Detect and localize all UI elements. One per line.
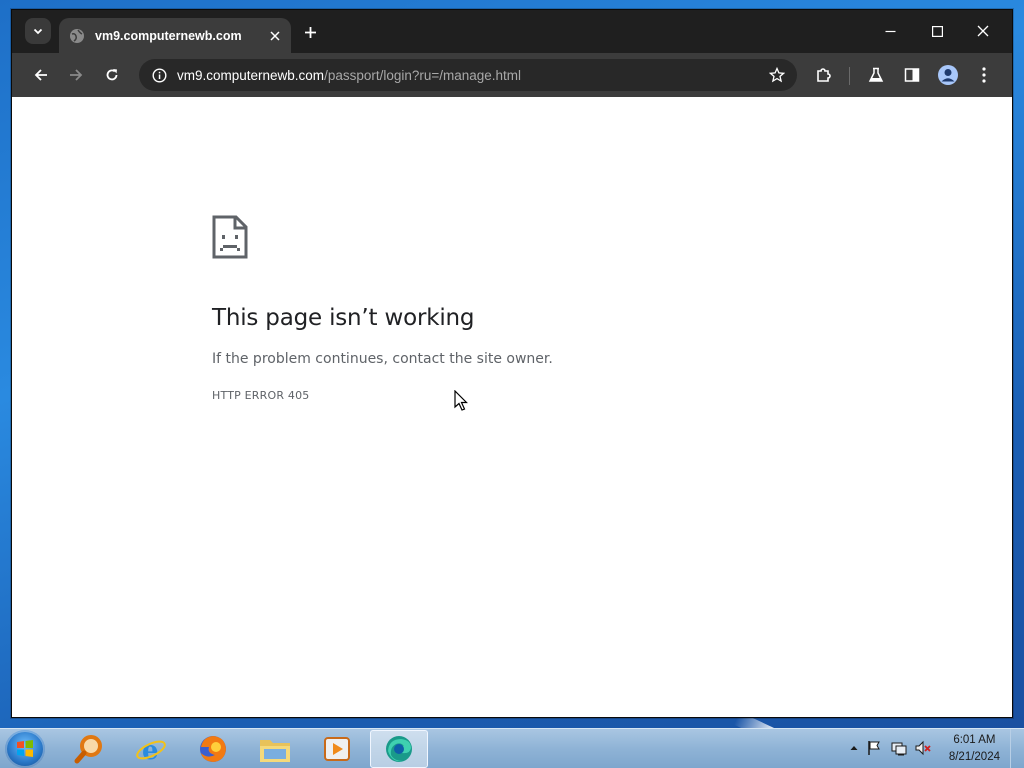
- reload-icon: [106, 69, 118, 81]
- taskbar-file-explorer[interactable]: [246, 730, 304, 768]
- tab-close-button[interactable]: [263, 24, 287, 48]
- search-app-icon: [74, 735, 102, 764]
- network-tray-icon[interactable]: [890, 739, 908, 757]
- network-icon: [891, 742, 907, 756]
- start-button[interactable]: [5, 730, 45, 768]
- edge-icon: [386, 736, 412, 762]
- show-hidden-icons-button[interactable]: [845, 739, 863, 757]
- bookmark-star-button[interactable]: [765, 63, 789, 87]
- show-desktop-button[interactable]: [1010, 729, 1024, 768]
- menu-button[interactable]: [970, 61, 998, 89]
- url-path: /passport/login?ru=/manage.html: [324, 67, 522, 83]
- clock-time: 6:01 AM: [953, 734, 996, 746]
- taskbar-edge[interactable]: [370, 730, 428, 768]
- tab-title: vm9.computernewb.com: [95, 28, 242, 43]
- url-host: vm9.computernewb.com: [177, 67, 325, 83]
- browser-toolbar: vm9.computernewb.com/passport/login?ru=/…: [12, 53, 1012, 97]
- arrow-left-icon: [34, 69, 47, 81]
- volume-muted-icon: [915, 740, 931, 756]
- taskbar-search-app[interactable]: [60, 730, 118, 768]
- maximize-icon: [931, 25, 943, 37]
- page-content: This page isn’t working If the problem c…: [12, 97, 1012, 717]
- side-panel-button[interactable]: [898, 61, 926, 89]
- taskbar: e 6:01 AM 8/21/2024: [0, 728, 1024, 768]
- chevron-down-icon: [33, 28, 43, 35]
- internet-explorer-icon: e: [136, 736, 166, 765]
- file-explorer-icon: [260, 740, 290, 762]
- close-icon: [977, 25, 989, 37]
- labs-button[interactable]: [862, 61, 890, 89]
- close-window-button[interactable]: [961, 16, 1005, 46]
- star-icon: [769, 67, 785, 83]
- svg-text:e: e: [142, 736, 159, 765]
- address-url: vm9.computernewb.com/passport/login?ru=/…: [177, 68, 521, 83]
- maximize-button[interactable]: [915, 16, 959, 46]
- taskbar-clock[interactable]: 6:01 AM 8/21/2024: [949, 732, 1000, 766]
- browser-window: vm9.computernewb.com vm9.computernewb.co…: [11, 9, 1013, 718]
- profile-button[interactable]: [934, 61, 962, 89]
- forward-button[interactable]: [62, 61, 90, 89]
- chevron-up-icon: [850, 746, 858, 750]
- flag-icon: [868, 741, 880, 755]
- browser-titlebar: vm9.computernewb.com: [12, 10, 1012, 53]
- tab-active[interactable]: vm9.computernewb.com: [59, 18, 291, 53]
- puzzle-icon: [816, 67, 831, 82]
- media-player-icon: [324, 737, 350, 761]
- side-panel-icon: [904, 68, 920, 82]
- clock-date: 8/21/2024: [948, 751, 1000, 763]
- action-center-tray-icon[interactable]: [865, 739, 883, 757]
- minimize-icon: [885, 30, 895, 32]
- arrow-right-icon: [70, 69, 83, 81]
- windows-logo-icon: [17, 740, 33, 757]
- firefox-icon: [200, 736, 226, 762]
- reload-button[interactable]: [98, 61, 126, 89]
- taskbar-firefox[interactable]: [184, 730, 242, 768]
- back-button[interactable]: [27, 61, 55, 89]
- volume-tray-icon[interactable]: [914, 739, 932, 757]
- plus-icon: [304, 26, 316, 38]
- new-tab-button[interactable]: [298, 20, 322, 44]
- mouse-cursor-icon: [454, 390, 468, 411]
- error-title: This page isn’t working: [212, 305, 475, 331]
- sad-page-icon: [212, 215, 248, 259]
- more-vertical-icon: [982, 67, 986, 83]
- error-description: If the problem continues, contact the si…: [212, 351, 553, 367]
- globe-icon: [70, 28, 84, 43]
- site-info-icon[interactable]: [149, 65, 169, 85]
- taskbar-media-player[interactable]: [308, 730, 366, 768]
- taskbar-internet-explorer[interactable]: e: [122, 730, 180, 768]
- extensions-button[interactable]: [809, 61, 837, 89]
- tab-search-button[interactable]: [25, 18, 51, 44]
- flask-icon: [868, 67, 884, 82]
- close-icon: [270, 30, 280, 41]
- minimize-button[interactable]: [868, 16, 912, 46]
- address-bar[interactable]: vm9.computernewb.com/passport/login?ru=/…: [139, 59, 797, 91]
- avatar-icon: [938, 65, 958, 85]
- error-code: HTTP ERROR 405: [212, 389, 310, 402]
- toolbar-separator: [849, 67, 850, 85]
